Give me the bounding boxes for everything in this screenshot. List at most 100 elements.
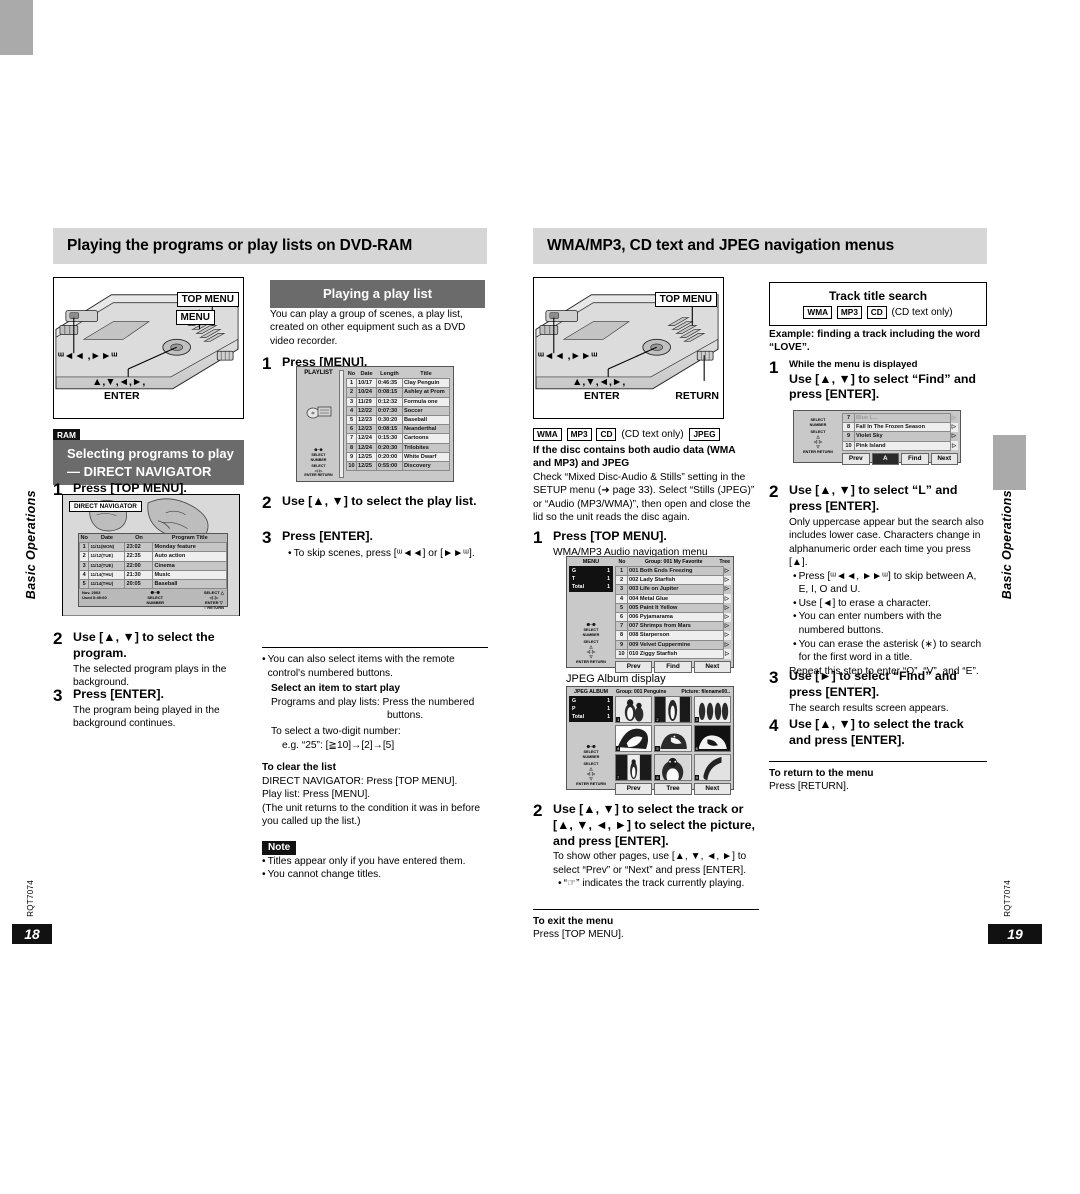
table-row[interactable]: 4 12/22 0:07:30 Soccer xyxy=(346,405,450,417)
tree-arrow-icon[interactable]: ▷ xyxy=(723,576,730,585)
next-button[interactable]: Next xyxy=(693,782,731,795)
bullet-text: Press [ᵚ◄◄, ►►ᵚ] to skip between A, E, I… xyxy=(798,570,977,596)
table-row[interactable]: 1 11/11(MON) 23:02 Monday feature xyxy=(78,542,227,553)
table-row[interactable]: 8 008 Starperson ▷ xyxy=(615,630,731,641)
playlist-intro: You can play a group of scenes, a play l… xyxy=(270,309,466,347)
prev-button[interactable]: Prev xyxy=(615,782,653,795)
tree-arrow-icon[interactable]: ▷ xyxy=(950,441,957,450)
jpeg-thumbnail[interactable]: 4 xyxy=(615,724,653,752)
table-row[interactable]: 4 004 Metal Glue ▷ xyxy=(615,593,731,604)
table-row[interactable]: 1 001 Both Ends Freezing ▷ xyxy=(615,565,731,577)
table-row[interactable]: 7 12/24 0:15:30 Cartoons xyxy=(346,433,450,444)
tree-arrow-icon[interactable]: ▷ xyxy=(723,567,730,576)
table-row[interactable]: 9 12/25 0:20:00 White Dwarf xyxy=(346,451,450,463)
cell-on: 22:00 xyxy=(124,560,154,571)
table-row[interactable]: 6 12/23 0:08:15 Neanderthal xyxy=(346,424,450,435)
tree-arrow-icon[interactable]: ▷ xyxy=(723,585,730,594)
find-button[interactable]: Find xyxy=(901,452,929,465)
table-row[interactable]: 1 10/17 0:46:35 Clay Penguin xyxy=(346,378,450,389)
table-row[interactable]: 8 Fall In The Frozen Season ▷ xyxy=(842,422,958,433)
table-row[interactable]: 10 12/25 0:55:00 Discovery xyxy=(346,461,450,472)
pad-dpad-icon: △ ◁□▷ ▽ xyxy=(586,767,596,781)
stat-total-label: Total xyxy=(572,714,585,720)
jpeg-thumbnail[interactable]: 7 xyxy=(615,753,653,781)
thumb-index: 6 xyxy=(694,745,699,751)
cell-no: 6 xyxy=(615,612,628,623)
tree-button[interactable]: Tree xyxy=(654,782,692,795)
bullet-text: You cannot change titles. xyxy=(267,869,382,881)
table-row[interactable]: 3 11/29 0:12:32 Formula one xyxy=(346,396,450,407)
tree-arrow-icon[interactable]: ▷ xyxy=(723,603,730,612)
jpeg-thumbnail[interactable]: 1 xyxy=(615,696,653,723)
stat-total-value: 1 xyxy=(607,584,610,590)
cell-track: 002 Lady Starfish xyxy=(627,575,724,586)
audio-menu-pad-legend: ❶~❿ SELECT NUMBER SELECT △ ◁□▷ ▽ ENTER RET… xyxy=(569,623,613,665)
cell-date: 12/22 xyxy=(356,405,377,417)
table-row[interactable]: 3 11/12(TUE) 22:00 Cinema xyxy=(78,560,227,571)
cell-length: 0:15:30 xyxy=(376,433,403,444)
stat-g-label: G xyxy=(572,698,577,704)
table-row[interactable]: 2 002 Lady Starfish ▷ xyxy=(615,575,731,586)
cell-no: 9 xyxy=(615,639,628,650)
tree-arrow-icon[interactable]: ▷ xyxy=(950,414,957,423)
left-step-3: 3 Press [ENTER]. The program being playe… xyxy=(53,687,253,731)
table-row[interactable]: 8 12/24 0:20:30 Trilobites xyxy=(346,442,450,453)
cell-no: 3 xyxy=(78,560,90,571)
table-row[interactable]: 7 Blue L... ▷ xyxy=(842,412,958,424)
jpeg-thumbnail[interactable]: 8 xyxy=(654,753,692,781)
penguin-photo-icon xyxy=(616,725,652,751)
next-button[interactable]: Next xyxy=(693,661,731,674)
penguin-photo-icon xyxy=(694,697,730,722)
table-row[interactable]: 5 11/14(THU) 20:05 Baseball xyxy=(78,579,227,590)
jpeg-thumbnail[interactable]: 6 xyxy=(693,724,731,752)
right-badge-row: WMA MP3 CD (CD text only) JPEG xyxy=(533,428,722,441)
cell-track: 003 Life on Jupiter xyxy=(627,584,724,595)
cell-length: 0:30:20 xyxy=(376,415,403,426)
search-letter-field[interactable]: A xyxy=(871,452,899,465)
table-row[interactable]: 10 Pink Island ▷ xyxy=(842,440,958,451)
jpeg-thumbnail[interactable]: 9 xyxy=(693,753,731,781)
stat-p-label: P xyxy=(572,706,576,712)
tree-arrow-icon[interactable]: ▷ xyxy=(723,649,730,658)
prev-button[interactable]: Prev xyxy=(842,452,870,465)
tree-arrow-icon[interactable]: ▷ xyxy=(723,631,730,640)
tree-arrow-icon[interactable]: ▷ xyxy=(723,640,730,649)
cell-no: 8 xyxy=(346,442,357,453)
table-row[interactable]: 2 11/12(TUE) 22:35 Auto action xyxy=(78,551,227,562)
tree-arrow-icon[interactable]: ▷ xyxy=(723,622,730,631)
right-step-1: 1 Press [TOP MENU]. WMA/MP3 Audio naviga… xyxy=(533,529,755,559)
tree-arrow-icon[interactable]: ▷ xyxy=(950,432,957,441)
table-row[interactable]: 9 Violet Sky ▷ xyxy=(842,431,958,442)
jpeg-thumbnail[interactable]: 3 xyxy=(693,696,731,723)
table-row[interactable]: 5 12/23 0:30:20 Baseball xyxy=(346,415,450,426)
cell-no: 4 xyxy=(346,405,357,417)
step-subtext: The program being played in the backgrou… xyxy=(73,704,220,730)
audio-menu-title: MENU xyxy=(582,559,600,565)
table-row[interactable]: 4 11/14(THU) 21:30 Music xyxy=(78,569,227,581)
tree-arrow-icon[interactable]: ▷ xyxy=(950,423,957,432)
device-label-top-menu: TOP MENU xyxy=(654,292,717,307)
col-title: Program Title xyxy=(171,535,208,541)
bullet-dot: • xyxy=(793,570,797,582)
table-row[interactable]: 2 10/24 0:08:15 Ashley at Prom xyxy=(346,387,450,398)
badge-cd: CD xyxy=(866,306,887,319)
cell-track: 008 Starperson xyxy=(627,630,724,641)
table-row[interactable]: 3 003 Life on Jupiter ▷ xyxy=(615,584,731,595)
manual-page-spread: Basic Operations RQT7074 18 Playing the … xyxy=(0,0,1080,1194)
table-row[interactable]: 6 006 Pyjamarama ▷ xyxy=(615,612,731,623)
table-row[interactable]: 7 007 Shrimps from Mars ▷ xyxy=(615,621,731,632)
table-row[interactable]: 10 010 Ziggy Starfish ▷ xyxy=(615,648,731,660)
next-button[interactable]: Next xyxy=(930,452,958,465)
cell-title: Ashley at Prom xyxy=(402,387,450,398)
cell-date: 12/25 xyxy=(356,451,377,463)
jpeg-thumbnail[interactable]: 5 xyxy=(654,724,692,752)
table-row[interactable]: 5 005 Paint It Yellow ▷ xyxy=(615,602,731,614)
tree-arrow-icon[interactable]: ▷ xyxy=(723,594,730,603)
tree-arrow-icon[interactable]: ▷ xyxy=(723,613,730,622)
badge-mp3: MP3 xyxy=(566,428,592,441)
left-side-tab-block xyxy=(0,0,33,55)
badge-cd: CD xyxy=(596,428,617,441)
table-row[interactable]: 9 009 Velvet Cuppermine ▷ xyxy=(615,639,731,650)
jpeg-thumbnail[interactable]: 2 xyxy=(654,696,692,723)
cell-track: 004 Metal Glue xyxy=(627,593,724,604)
